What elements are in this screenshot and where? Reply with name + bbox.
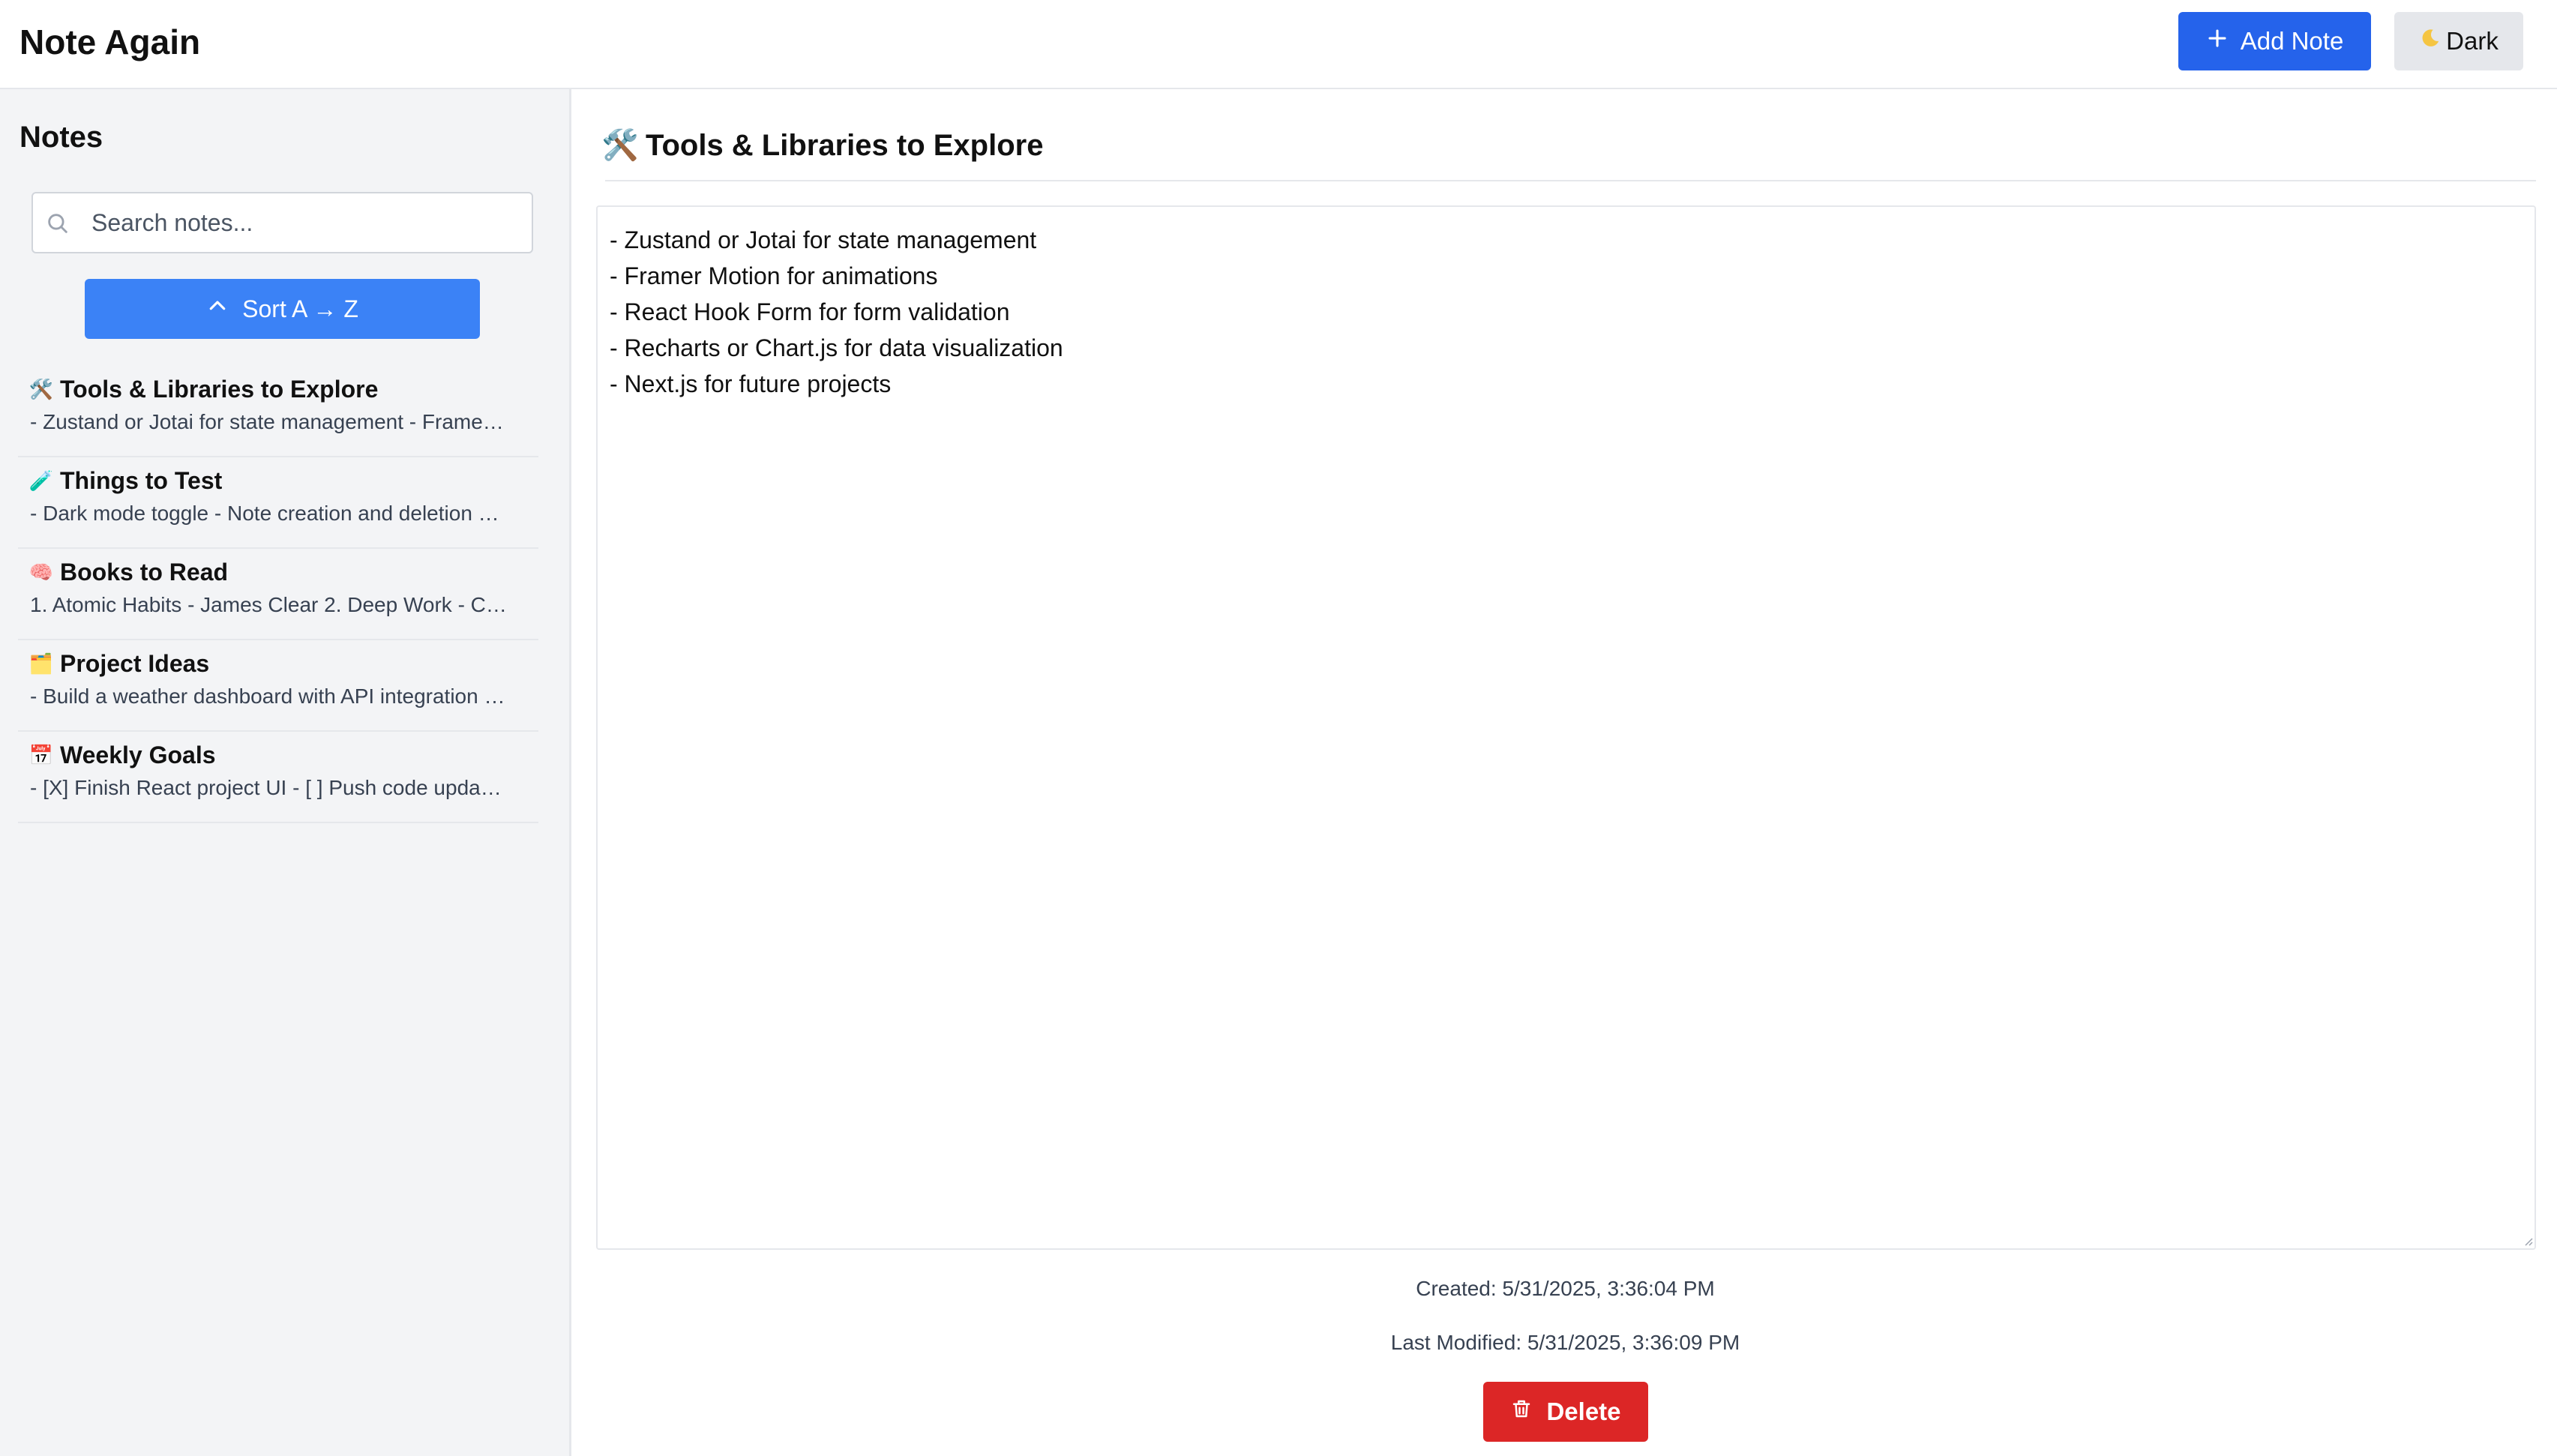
note-item-title: 📅 Weekly Goals <box>28 739 526 771</box>
sidebar: Notes Sort A → Z 🛠️ Tools & Libraries to… <box>0 89 571 1456</box>
note-item-preview: - Dark mode toggle - Note creation and d… <box>30 502 499 525</box>
editor-panel: 🛠️ Tools & Libraries to Explore Created:… <box>574 89 2557 1456</box>
note-item-title-text: Weekly Goals <box>60 741 216 768</box>
dark-mode-toggle[interactable]: Dark <box>2394 12 2523 70</box>
calendar-icon: 📅 <box>28 744 54 766</box>
note-list-item[interactable]: 🧪 Things to Test - Dark mode toggle - No… <box>18 457 538 549</box>
search-box <box>31 192 533 253</box>
note-item-title-text: Tools & Libraries to Explore <box>60 376 379 403</box>
note-item-title-text: Things to Test <box>60 467 223 494</box>
app-title: Note Again <box>19 22 201 61</box>
note-list-item[interactable]: 🧠 Books to Read 1. Atomic Habits - James… <box>18 549 538 640</box>
app-header: Note Again Add Note Dark <box>0 0 2557 89</box>
created-timestamp: Created: 5/31/2025, 3:36:04 PM <box>1416 1277 1715 1300</box>
note-title-text: Tools & Libraries to Explore <box>646 129 1044 162</box>
sidebar-title: Notes <box>19 121 103 154</box>
note-list-item[interactable]: 🛠️ Tools & Libraries to Explore - Zustan… <box>18 366 538 457</box>
search-icon <box>45 211 70 236</box>
note-list-item[interactable]: 📅 Weekly Goals - [X] Finish React projec… <box>18 732 538 823</box>
plus-icon <box>2206 27 2229 55</box>
note-item-preview: - [X] Finish React project UI - [ ] Push… <box>30 776 502 799</box>
delete-button[interactable]: Delete <box>1483 1382 1648 1442</box>
note-item-title: 🧪 Things to Test <box>28 465 526 496</box>
sort-button[interactable]: Sort A → Z <box>85 279 480 339</box>
note-item-title: 🛠️ Tools & Libraries to Explore <box>28 373 526 405</box>
add-note-label: Add Note <box>2240 27 2344 55</box>
note-list-item[interactable]: 🗂️ Project Ideas - Build a weather dashb… <box>18 640 538 732</box>
modified-timestamp: Last Modified: 5/31/2025, 3:36:09 PM <box>1390 1331 1740 1354</box>
trash-icon <box>1510 1398 1533 1426</box>
tools-icon: 🛠️ <box>601 129 639 162</box>
note-title-field[interactable]: 🛠️ Tools & Libraries to Explore <box>601 124 2536 181</box>
note-item-title-text: Books to Read <box>60 559 229 586</box>
add-note-button[interactable]: Add Note <box>2178 12 2371 70</box>
sort-label: Sort A → Z <box>242 295 358 322</box>
resize-handle-icon[interactable] <box>2521 1234 2533 1246</box>
note-content-editor[interactable] <box>596 205 2536 1250</box>
search-input[interactable] <box>91 193 526 252</box>
note-item-preview: - Build a weather dashboard with API int… <box>30 685 505 708</box>
test-tube-icon: 🧪 <box>28 469 54 492</box>
note-item-title: 🧠 Books to Read <box>28 556 526 588</box>
note-item-preview: 1. Atomic Habits - James Clear 2. Deep W… <box>30 593 507 616</box>
tools-icon: 🛠️ <box>28 378 54 400</box>
chevron-up-icon <box>206 295 229 323</box>
note-list: 🛠️ Tools & Libraries to Explore - Zustan… <box>18 366 538 823</box>
folder-icon: 🗂️ <box>28 652 54 675</box>
note-item-title-text: Project Ideas <box>60 650 210 677</box>
note-item-title: 🗂️ Project Ideas <box>28 648 526 679</box>
app-root: Note Again Add Note Dark Notes Search no… <box>0 0 2557 1456</box>
dark-mode-label: Dark <box>2446 27 2499 55</box>
delete-label: Delete <box>1546 1398 1621 1425</box>
note-item-preview: - Zustand or Jotai for state management … <box>30 410 504 433</box>
brain-icon: 🧠 <box>28 561 54 583</box>
moon-icon <box>2419 27 2442 55</box>
